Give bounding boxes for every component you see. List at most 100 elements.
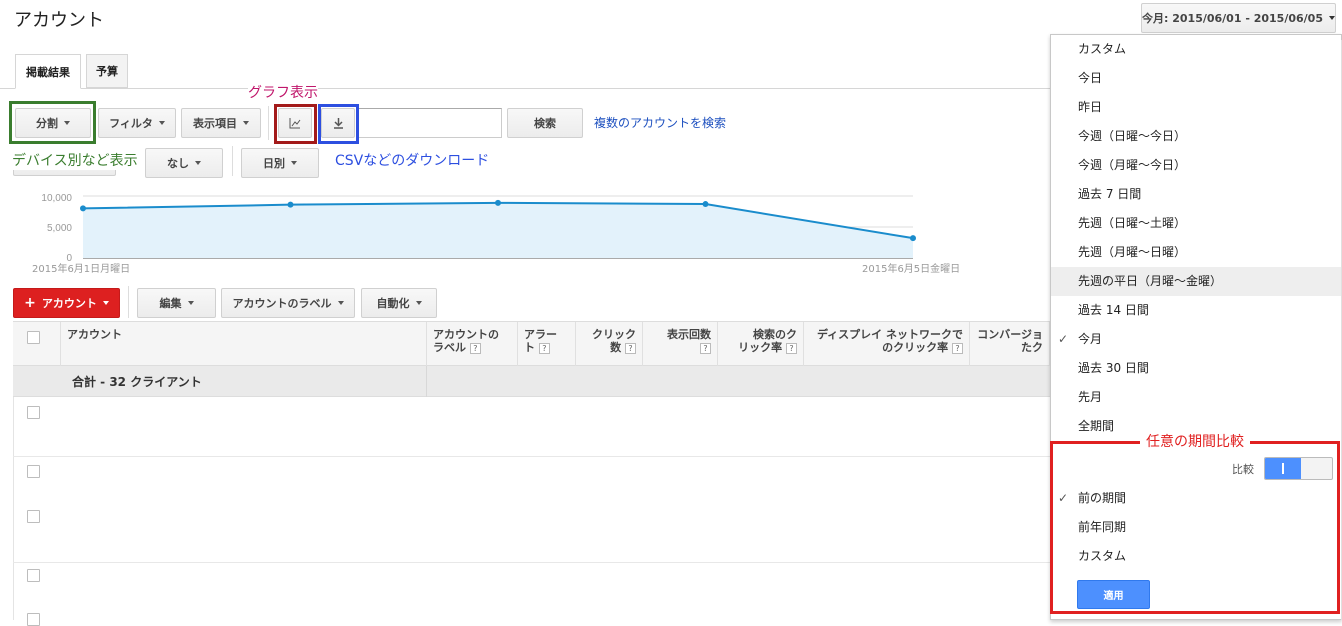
date-option-label: 今週（月曜〜今日） bbox=[1078, 158, 1187, 172]
date-option[interactable]: 今週（日曜〜今日） bbox=[1051, 122, 1342, 151]
help-icon[interactable]: ? bbox=[952, 342, 963, 354]
col-search-ctr[interactable]: 検索のク リック率 ? bbox=[718, 322, 804, 366]
daily-button[interactable]: 日別 bbox=[241, 148, 319, 178]
daily-label: 日別 bbox=[263, 157, 285, 170]
date-option[interactable]: 昨日 bbox=[1051, 93, 1342, 122]
tab-budget[interactable]: 予算 bbox=[86, 54, 128, 88]
date-option[interactable]: 今日 bbox=[1051, 64, 1342, 93]
data-point[interactable] bbox=[702, 201, 709, 208]
col-display-ctr[interactable]: ディスプレイ ネットワークで のクリック率 ? bbox=[804, 322, 970, 366]
date-option-label: 全期間 bbox=[1078, 419, 1115, 433]
date-option-label: 今月 bbox=[1078, 332, 1103, 346]
table-row[interactable] bbox=[13, 562, 1053, 563]
y-tick-label: 10,000 bbox=[41, 193, 72, 204]
graph-annotation: グラフ表示 bbox=[248, 82, 318, 102]
data-point[interactable] bbox=[287, 201, 294, 208]
none-label: なし bbox=[167, 157, 189, 170]
date-option[interactable]: カスタム bbox=[1051, 35, 1342, 64]
total-row-label: 合計 - 32 クライアント bbox=[72, 375, 202, 389]
chevron-down-icon bbox=[291, 161, 297, 165]
data-point[interactable] bbox=[80, 205, 86, 212]
date-option[interactable]: 今週（月曜〜今日） bbox=[1051, 151, 1342, 180]
tab-performance[interactable]: 掲載結果 bbox=[15, 54, 81, 89]
col-conversions[interactable]: コンバージョ たク bbox=[970, 322, 1050, 366]
y-tick-label: 0 bbox=[66, 253, 72, 264]
col-clicks[interactable]: クリック 数 ? bbox=[576, 322, 643, 366]
edit-button[interactable]: 編集 bbox=[137, 288, 216, 318]
date-range-label: 今月: 2015/06/01 - 2015/06/05 bbox=[1142, 12, 1323, 25]
toolbar-divider bbox=[232, 146, 233, 176]
date-option-label: 過去 14 日間 bbox=[1078, 303, 1149, 317]
col-impressions-label: 表示回数 bbox=[667, 328, 711, 341]
filter-label: フィルタ bbox=[109, 117, 153, 130]
col-search-ctr-b: リック率 bbox=[738, 341, 783, 354]
data-point[interactable] bbox=[910, 235, 916, 242]
automate-button[interactable]: 自動化 bbox=[361, 288, 437, 318]
account-label-button[interactable]: アカウントのラベル bbox=[221, 288, 355, 318]
date-option-label: カスタム bbox=[1078, 42, 1127, 56]
date-option-label: 先週の平日（月曜〜金曜） bbox=[1078, 274, 1223, 288]
col-label[interactable]: アカウントの ラベル ? bbox=[427, 322, 518, 366]
add-account-label: アカウント bbox=[41, 297, 97, 310]
date-option-selected[interactable]: ✓ 今月 bbox=[1051, 325, 1342, 354]
graph-highlight-box bbox=[274, 104, 317, 144]
col-alert-a: アラー bbox=[524, 328, 557, 341]
page-title: アカウント bbox=[14, 10, 104, 31]
date-option-hovered[interactable]: 先週の平日（月曜〜金曜） bbox=[1051, 267, 1342, 296]
device-annotation: デバイス別など表示 bbox=[12, 150, 138, 170]
add-account-button[interactable]: + アカウント bbox=[13, 288, 120, 318]
date-option[interactable]: 先週（月曜〜日曜） bbox=[1051, 238, 1342, 267]
col-impressions[interactable]: 表示回数 ? bbox=[643, 322, 718, 366]
help-icon[interactable]: ? bbox=[786, 342, 797, 354]
row-checkbox[interactable] bbox=[27, 569, 40, 582]
filter-button[interactable]: フィルタ bbox=[98, 108, 176, 138]
col-label-a: アカウントの bbox=[433, 328, 499, 341]
columns-button[interactable]: 表示項目 bbox=[181, 108, 261, 138]
help-icon[interactable]: ? bbox=[700, 342, 711, 354]
plus-icon: + bbox=[24, 295, 36, 311]
account-label-label: アカウントのラベル bbox=[232, 297, 332, 310]
download-highlight-box bbox=[318, 104, 359, 144]
tab-bar bbox=[0, 88, 1050, 89]
row-checkbox[interactable] bbox=[27, 465, 40, 478]
row-checkbox[interactable] bbox=[27, 406, 40, 419]
chevron-down-icon bbox=[158, 121, 165, 125]
date-option-label: 先週（月曜〜日曜） bbox=[1078, 245, 1187, 259]
none-button[interactable]: なし bbox=[145, 148, 223, 178]
col-conversions-a: コンバージョ bbox=[977, 328, 1043, 341]
y-tick-label: 5,000 bbox=[47, 223, 72, 234]
col-account[interactable]: アカウント bbox=[60, 322, 427, 366]
tab-performance-label: 掲載結果 bbox=[26, 65, 70, 79]
table-row[interactable] bbox=[13, 456, 1053, 457]
chevron-down-icon bbox=[187, 301, 194, 305]
row-checkbox[interactable] bbox=[27, 510, 40, 523]
date-option[interactable]: 先月 bbox=[1051, 383, 1342, 412]
toolbar-divider bbox=[268, 106, 269, 140]
x-start-label: 2015年6月1日月曜日 bbox=[32, 262, 130, 275]
date-option[interactable]: 過去 30 日間 bbox=[1051, 354, 1342, 383]
date-option[interactable]: 過去 14 日間 bbox=[1051, 296, 1342, 325]
chevron-down-icon bbox=[1328, 16, 1335, 20]
date-option[interactable]: 先週（日曜〜土曜） bbox=[1051, 209, 1342, 238]
data-point[interactable] bbox=[495, 199, 501, 206]
date-option[interactable]: 過去 7 日間 bbox=[1051, 180, 1342, 209]
date-option-label: 過去 7 日間 bbox=[1078, 187, 1142, 201]
multi-account-search-link[interactable]: 複数のアカウントを検索 bbox=[594, 114, 726, 131]
help-icon[interactable]: ? bbox=[469, 342, 481, 354]
select-all-checkbox[interactable] bbox=[27, 331, 40, 344]
compare-highlight-box bbox=[1050, 441, 1340, 614]
total-row-divider bbox=[426, 366, 427, 397]
date-option-label: 今週（日曜〜今日） bbox=[1078, 129, 1187, 143]
date-option-label: 先週（日曜〜土曜） bbox=[1078, 216, 1187, 230]
chart-area-fill bbox=[83, 202, 913, 258]
performance-chart: 10,000 5,000 0 2015年6月1日月曜日 2015年6月5日金曜日 bbox=[32, 193, 960, 275]
search-input[interactable] bbox=[358, 108, 502, 138]
col-alert[interactable]: アラー ト ? bbox=[518, 322, 576, 366]
col-label-b: ラベル bbox=[433, 341, 466, 354]
help-icon[interactable]: ? bbox=[538, 342, 550, 354]
date-option-label: 昨日 bbox=[1078, 100, 1103, 114]
search-button[interactable]: 検索 bbox=[507, 108, 583, 138]
table-left-gutter bbox=[13, 397, 14, 620]
date-range-button[interactable]: 今月: 2015/06/01 - 2015/06/05 bbox=[1141, 3, 1336, 33]
help-icon[interactable]: ? bbox=[625, 342, 636, 354]
